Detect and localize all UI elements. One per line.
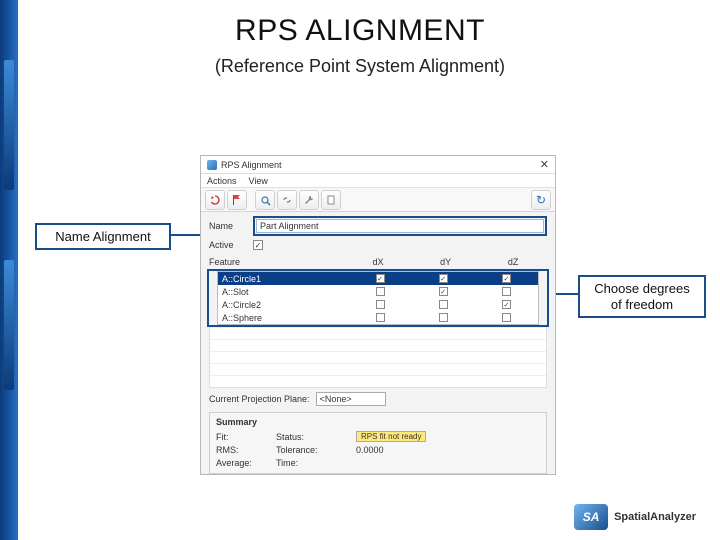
sa-logo-icon [574, 504, 608, 530]
refresh-icon[interactable]: ↻ [531, 190, 551, 210]
callout-degrees-of-freedom: Choose degrees of freedom [578, 275, 706, 318]
summary-row: Fit:Status:RPS fit not ready [216, 430, 540, 443]
toolbar: ↻ [201, 188, 555, 212]
active-checkbox[interactable]: ✓ [253, 240, 263, 250]
link-icon[interactable] [277, 190, 297, 210]
dof-highlight: A::Circle1✓✓✓A::Slot✓A::Circle2✓A::Spher… [207, 269, 549, 327]
goto-icon[interactable] [255, 190, 275, 210]
table-row[interactable]: A::Circle1✓✓✓ [218, 272, 538, 285]
close-icon[interactable]: ✕ [540, 158, 549, 171]
col-dx: dX [344, 257, 412, 267]
undo-icon[interactable] [205, 190, 225, 210]
summary-heading: Summary [216, 417, 540, 427]
col-dz: dZ [479, 257, 547, 267]
feature-table-empty [209, 327, 547, 388]
projection-plane-select[interactable]: <None> [316, 392, 386, 406]
name-field-highlight: Part Alignment [253, 216, 547, 236]
feature-table: A::Circle1✓✓✓A::Slot✓A::Circle2✓A::Spher… [217, 271, 539, 325]
page-subtitle: (Reference Point System Alignment) [0, 56, 720, 77]
callout-name-alignment: Name Alignment [35, 223, 171, 250]
feature-table-header: Feature dX dY dZ [201, 254, 555, 269]
projection-plane-label: Current Projection Plane: [209, 394, 310, 404]
summary-panel: Summary Fit:Status:RPS fit not readyRMS:… [209, 412, 547, 474]
callout-lead-left [171, 234, 201, 236]
menu-bar: Actions View [201, 174, 555, 188]
decorative-stripe [0, 0, 18, 540]
dialog-title: RPS Alignment [221, 160, 282, 170]
checkbox-icon[interactable] [502, 287, 511, 296]
checkbox-icon[interactable]: ✓ [439, 287, 448, 296]
checkbox-icon[interactable] [376, 287, 385, 296]
checkbox-icon[interactable] [439, 313, 448, 322]
checkbox-icon[interactable]: ✓ [439, 274, 448, 283]
col-dy: dY [412, 257, 480, 267]
name-label: Name [209, 221, 247, 231]
checkbox-icon[interactable] [376, 300, 385, 309]
checkbox-icon[interactable]: ✓ [376, 274, 385, 283]
table-row[interactable]: A::Sphere [218, 311, 538, 324]
checkbox-icon[interactable]: ✓ [502, 274, 511, 283]
col-feature: Feature [209, 257, 344, 267]
menu-actions[interactable]: Actions [207, 176, 237, 186]
name-input[interactable]: Part Alignment [256, 219, 544, 233]
summary-row: RMS:Tolerance:0.0000 [216, 443, 540, 456]
menu-view[interactable]: View [249, 176, 268, 186]
checkbox-icon[interactable] [502, 313, 511, 322]
active-label: Active [209, 240, 247, 250]
doc-icon[interactable] [321, 190, 341, 210]
checkbox-icon[interactable]: ✓ [502, 300, 511, 309]
checkbox-icon[interactable] [376, 313, 385, 322]
page-title: RPS ALIGNMENT [0, 14, 720, 48]
wrench-icon[interactable] [299, 190, 319, 210]
flag-icon[interactable] [227, 190, 247, 210]
summary-row: Average:Time: [216, 456, 540, 469]
dialog-titlebar[interactable]: RPS Alignment ✕ [201, 156, 555, 174]
app-icon [207, 160, 217, 170]
rps-alignment-dialog: RPS Alignment ✕ Actions View ↻ Name Part… [200, 155, 556, 475]
sa-logo-text: SpatialAnalyzer [614, 511, 696, 523]
footer-logo: SpatialAnalyzer [574, 504, 696, 530]
table-row[interactable]: A::Slot✓ [218, 285, 538, 298]
checkbox-icon[interactable] [439, 300, 448, 309]
table-row[interactable]: A::Circle2✓ [218, 298, 538, 311]
